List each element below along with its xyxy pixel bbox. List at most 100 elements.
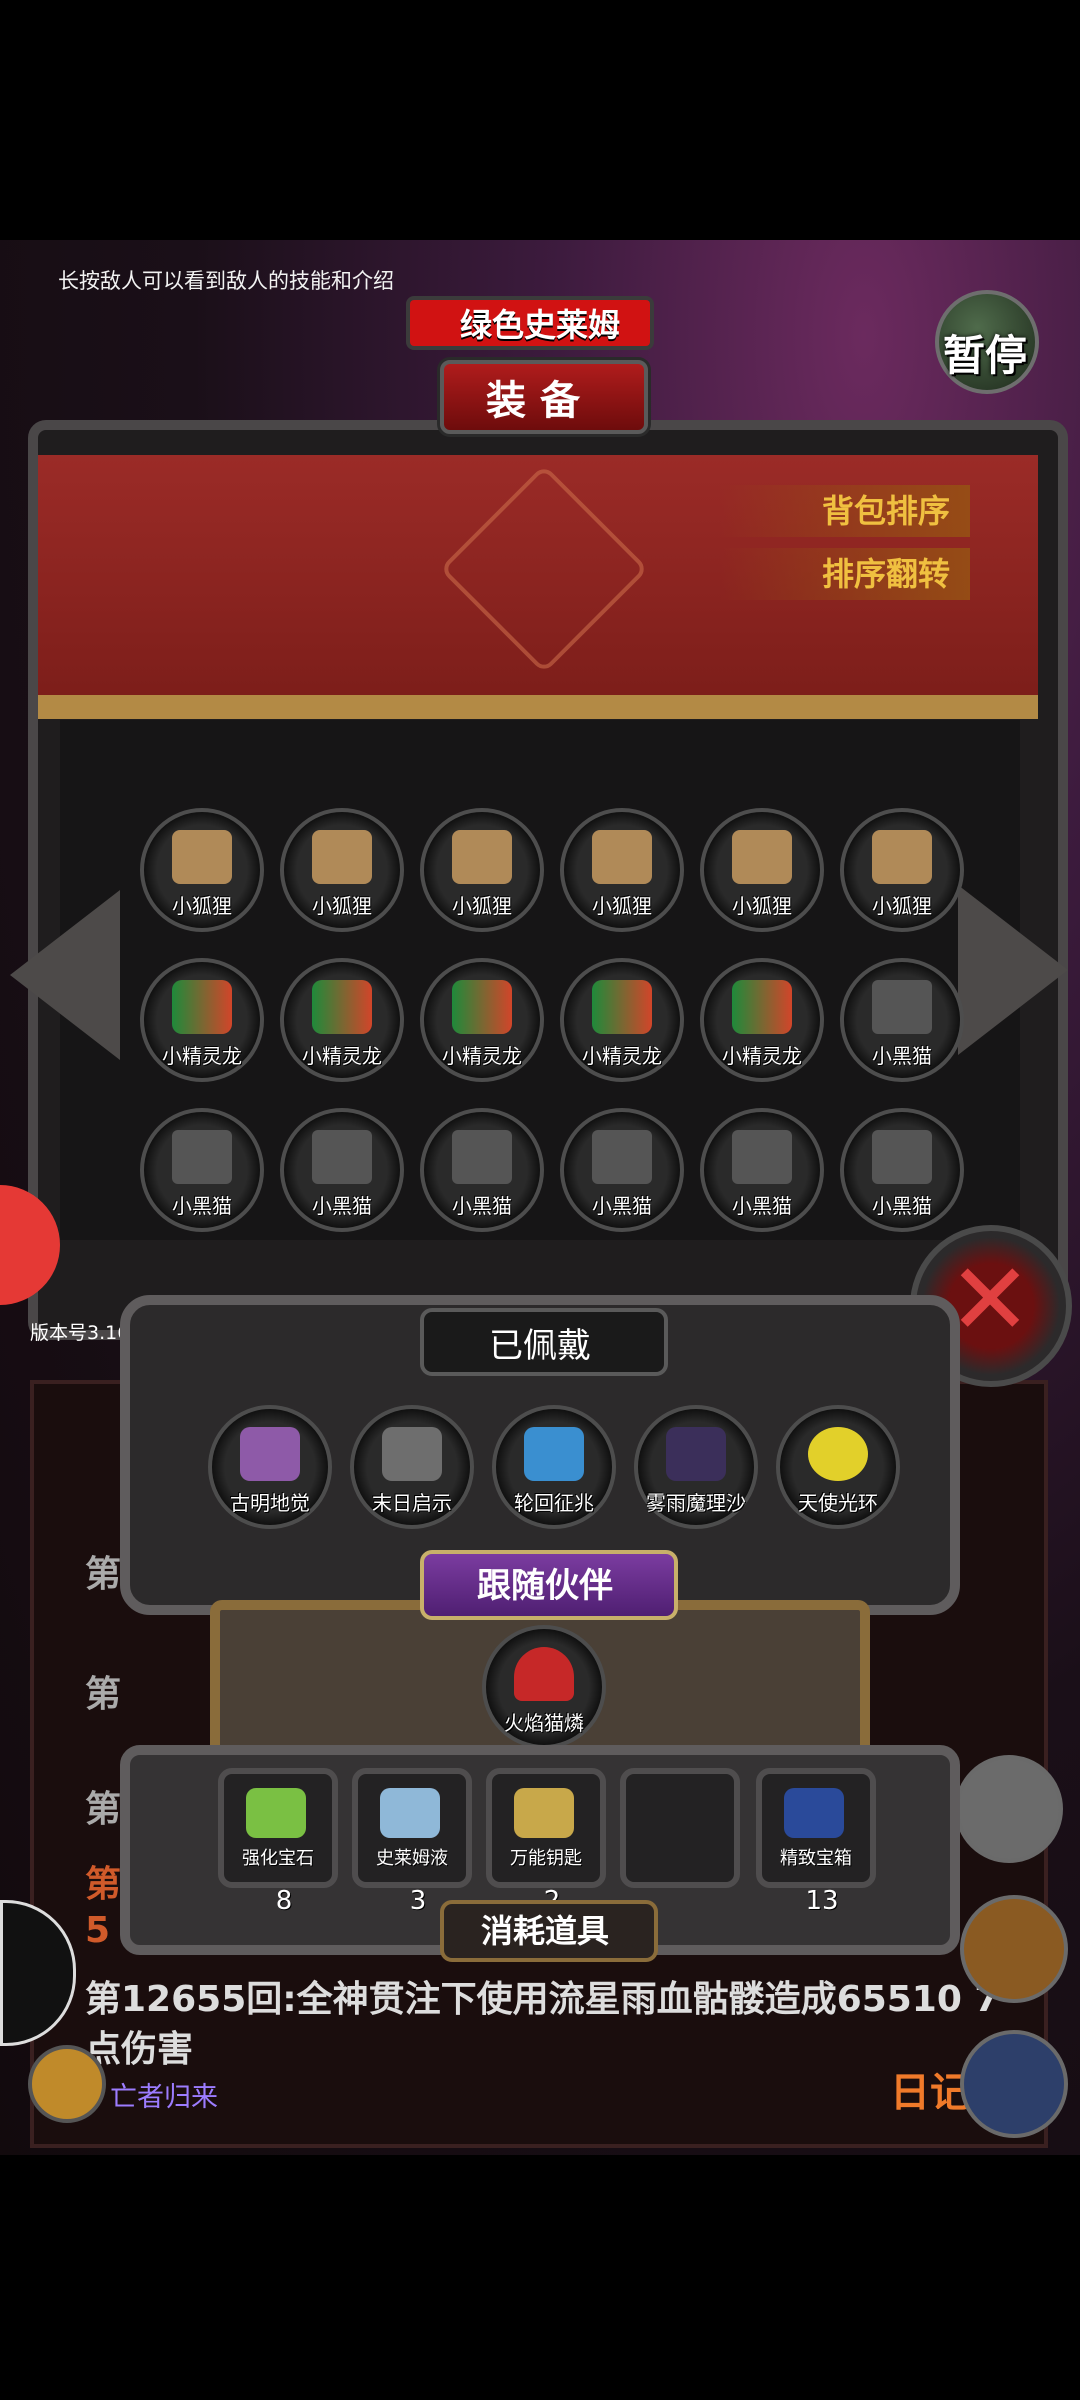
equipped-title: 已佩戴 — [489, 1326, 591, 1366]
black-cat-icon — [452, 1130, 512, 1184]
pause-label[interactable]: 暂停 — [935, 322, 1035, 383]
consumable-name: 强化宝石 — [242, 1848, 314, 1869]
master-key-icon — [514, 1788, 574, 1838]
consumable-slot[interactable]: 强化宝石 8 — [218, 1768, 338, 1916]
fairy-dragon-icon — [732, 980, 792, 1034]
inventory-slot[interactable]: 小狐狸 — [420, 808, 544, 932]
inventory-slot[interactable]: 小精灵龙 — [420, 958, 544, 1082]
log-line: 第 — [85, 1554, 122, 1595]
diary-book-icon[interactable] — [960, 2030, 1068, 2138]
inventory-slot[interactable]: 小黑猫 — [560, 1108, 684, 1232]
inventory-slot-label: 小黑猫 — [872, 1194, 932, 1218]
inventory-slot[interactable]: 小狐狸 — [700, 808, 824, 932]
log-line: 第 — [85, 1864, 122, 1905]
companion-slot[interactable]: 火焰猫燐 — [482, 1625, 606, 1749]
inventory-slot[interactable]: 小狐狸 — [560, 808, 684, 932]
slime-potion-icon — [380, 1788, 440, 1838]
version-label: 版本号3.16 — [30, 1322, 130, 1344]
inventory-slot-label: 小精灵龙 — [162, 1044, 242, 1068]
companion-title: 跟随伙伴 — [477, 1566, 613, 1606]
beer-mug-icon[interactable] — [960, 1895, 1068, 2003]
log-line: 第 — [85, 1789, 122, 1830]
equipped-slot-label: 雾雨魔理沙 — [646, 1491, 746, 1515]
consumable-slot[interactable] — [620, 1768, 740, 1888]
equipped-slot-label: 天使光环 — [798, 1491, 878, 1515]
consumable-slot[interactable]: 万能钥匙2 — [486, 1768, 606, 1916]
enemy-name: 绿色史莱姆 — [459, 306, 620, 344]
consumable-slot[interactable]: 史莱姆液 3 — [352, 1768, 472, 1916]
enhance-gem-icon — [246, 1788, 306, 1838]
fairy-dragon-icon — [172, 980, 232, 1034]
fox-icon — [872, 830, 932, 884]
equipped-slot[interactable]: 天使光环 — [776, 1405, 900, 1529]
black-cat-icon — [732, 1130, 792, 1184]
inventory-slot-label: 小黑猫 — [172, 1194, 232, 1218]
fire-cat-icon — [514, 1647, 574, 1701]
inventory-slot-label: 小黑猫 — [592, 1194, 652, 1218]
inventory-slot-label: 小黑猫 — [732, 1194, 792, 1218]
inventory-slot-label: 小黑猫 — [872, 1044, 932, 1068]
inventory-slot-label: 小狐狸 — [172, 894, 232, 918]
log-line: 第 — [85, 1674, 122, 1715]
consumable-count: 13 — [805, 1886, 839, 1916]
treasure-chest-icon — [784, 1788, 844, 1838]
equipped-slot[interactable]: 轮回征兆 — [492, 1405, 616, 1529]
reincarnation-staff-icon — [524, 1427, 584, 1481]
inventory-slot[interactable]: 小黑猫 — [700, 1108, 824, 1232]
fairy-dragon-icon — [452, 980, 512, 1034]
inventory-slot-label: 小狐狸 — [592, 894, 652, 918]
fox-icon — [592, 830, 652, 884]
apocalypse-weapon-icon — [382, 1427, 442, 1481]
inventory-slot[interactable]: 小狐狸 — [140, 808, 264, 932]
equipped-slot-label: 轮回征兆 — [514, 1491, 594, 1515]
equipped-slot-label: 古明地觉 — [230, 1491, 310, 1515]
inventory-slot[interactable]: 小黑猫 — [840, 958, 964, 1082]
inventory-slot-label: 小黑猫 — [312, 1194, 372, 1218]
backpack-sort-button[interactable]: 背包排序 — [720, 485, 970, 537]
inventory-slot[interactable]: 小狐狸 — [840, 808, 964, 932]
diary-label[interactable]: 日记 — [890, 2060, 970, 2118]
consumable-count: 8 — [275, 1886, 293, 1916]
consumable-name: 精致宝箱 — [780, 1848, 852, 1869]
inventory-slot-label: 小精灵龙 — [442, 1044, 522, 1068]
equipment-title: 装备 — [486, 378, 594, 424]
helmet-avatar-icon[interactable] — [28, 2045, 106, 2123]
log-line: 5 — [85, 1910, 111, 1951]
inventory-slot-label: 小精灵龙 — [302, 1044, 382, 1068]
page-left-arrow-icon[interactable] — [10, 890, 120, 1060]
inventory-slot-label: 小狐狸 — [452, 894, 512, 918]
inventory-slot[interactable]: 小黑猫 — [280, 1108, 404, 1232]
inventory-slot-label: 小精灵龙 — [582, 1044, 662, 1068]
equipped-slot[interactable]: 末日启示 — [350, 1405, 474, 1529]
equipped-slot[interactable]: 雾雨魔理沙 — [634, 1405, 758, 1529]
inventory-slot[interactable]: 小黑猫 — [420, 1108, 544, 1232]
equipped-slot[interactable]: 古明地觉 — [208, 1405, 332, 1529]
sort-flip-button[interactable]: 排序翻转 — [720, 548, 970, 600]
fox-icon — [452, 830, 512, 884]
black-cat-icon — [872, 980, 932, 1034]
consumable-name: 史莱姆液 — [376, 1848, 448, 1869]
fairy-dragon-icon — [312, 980, 372, 1034]
inventory-slot-label: 小狐狸 — [312, 894, 372, 918]
inventory-slot[interactable]: 小精灵龙 — [140, 958, 264, 1082]
inventory-slot-label: 小狐狸 — [872, 894, 932, 918]
inventory-slot[interactable]: 小精灵龙 — [280, 958, 404, 1082]
inventory-slot[interactable]: 小黑猫 — [840, 1108, 964, 1232]
consumable-slot[interactable]: 精致宝箱 13 — [756, 1768, 876, 1916]
inventory-slot[interactable]: 小黑猫 — [140, 1108, 264, 1232]
black-cat-icon — [172, 1130, 232, 1184]
knight-helmet-icon[interactable] — [955, 1755, 1063, 1863]
komeiji-satori-icon — [240, 1427, 300, 1481]
hint-text: 长按敌人可以看到敌人的技能和介绍 — [58, 269, 394, 293]
angel-halo-icon — [808, 1427, 868, 1481]
companion-name: 火焰猫燐 — [504, 1711, 584, 1735]
inventory-slot[interactable]: 小精灵龙 — [560, 958, 684, 1082]
inventory-slot[interactable]: 小精灵龙 — [700, 958, 824, 1082]
consumables-title: 消耗道具 — [480, 1912, 609, 1950]
fox-icon — [172, 830, 232, 884]
black-cat-icon — [592, 1130, 652, 1184]
black-cat-icon — [872, 1130, 932, 1184]
inventory-slot[interactable]: 小狐狸 — [280, 808, 404, 932]
black-cat-icon — [312, 1130, 372, 1184]
consumable-name: 万能钥匙 — [510, 1848, 582, 1869]
